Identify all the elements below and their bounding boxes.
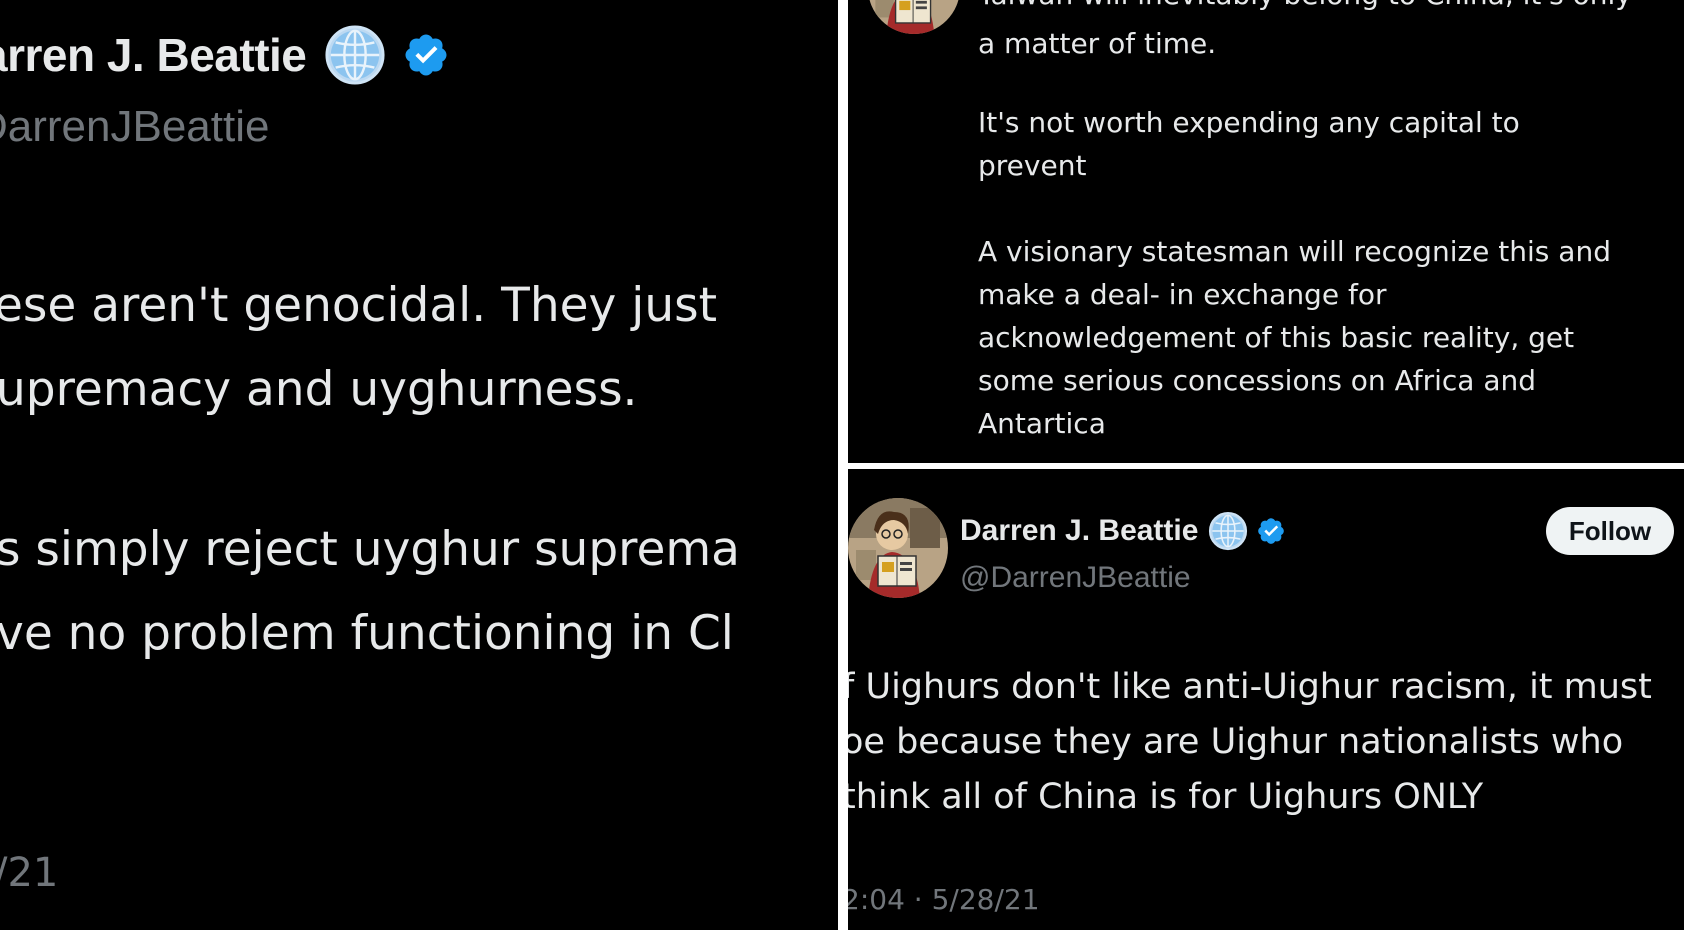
tweet-text-line: think all of China is for Uighurs ONLY [848,777,1484,817]
author-row: Darren J. Beattie [960,511,1286,551]
tweet-text-line: make a deal- in exchange for [978,278,1387,311]
verified-badge-icon[interactable] [402,31,450,79]
bottom-right-tweet-panel: Darren J. Beattie @DarrenJBeattie Follow… [848,469,1684,930]
tweet-text-line: s simply reject uyghur suprema [0,522,740,577]
author-display-name[interactable]: arren J. Beattie [0,28,307,82]
tweet-text-line: Taiwan will inevitably belong to China, … [978,0,1632,9]
top-right-tweet-panel: Taiwan will inevitably belong to China, … [848,0,1684,463]
avatar[interactable] [848,498,948,598]
globe-icon [1208,511,1248,551]
tweet-text-line: ve no problem functioning in Cl [0,606,734,661]
verified-badge-icon[interactable] [1256,516,1286,546]
author-handle[interactable]: DarrenJBeattie [0,102,269,152]
avatar[interactable] [868,0,960,34]
author-display-name[interactable]: Darren J. Beattie [960,514,1198,548]
tweet-text-line: prevent [978,149,1087,182]
tweet-text-line: f Uighurs don't like anti-Uighur racism,… [848,667,1652,707]
tweet-text-line: ese aren't genocidal. They just [0,278,718,333]
author-row: arren J. Beattie [0,24,450,86]
tweet-timestamp[interactable]: /21 [0,850,58,896]
left-tweet-panel: arren J. Beattie DarrenJBeattie ese aren… [0,0,838,930]
avatar-image [868,0,960,34]
tweet-text-line: acknowledgement of this basic reality, g… [978,321,1575,354]
tweet-text-line: A visionary statesman will recognize thi… [978,235,1611,268]
author-handle[interactable]: @DarrenJBeattie [960,561,1191,595]
tweet-text-line: Antartica [978,407,1106,440]
tweet-text-line: a matter of time. [978,27,1217,60]
tweet-text-line: some serious concessions on Africa and [978,364,1537,397]
globe-icon [324,24,386,86]
tweet-timestamp[interactable]: 2:04 · 5/28/21 [848,883,1040,916]
avatar-image [848,498,948,598]
tweet-text-line: oe because they are Uighur nationalists … [848,722,1624,762]
tweet-text-line: upremacy and uyghurness. [0,362,638,417]
tweet-text-line: It's not worth expending any capital to [978,106,1520,139]
follow-button[interactable]: Follow [1546,507,1674,555]
